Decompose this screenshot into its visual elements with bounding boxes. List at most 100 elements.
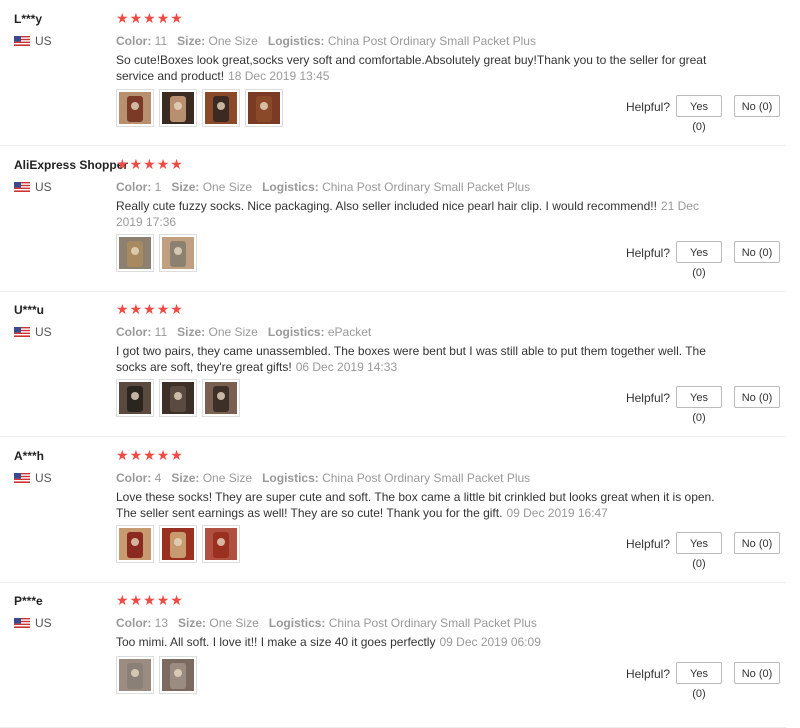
photo-image: [119, 528, 151, 560]
review-photo-thumbnail[interactable]: [116, 656, 154, 694]
star-icon: ★: [129, 592, 143, 608]
size-label: Size:: [178, 616, 207, 630]
review-photo-thumbnail[interactable]: [202, 525, 240, 563]
review-photos: [116, 656, 197, 694]
star-icon: ★: [170, 10, 183, 26]
country-label: US: [35, 325, 52, 339]
size-value: One Size: [208, 34, 258, 48]
review-photo-thumbnail[interactable]: [159, 379, 197, 417]
color-value: 11: [154, 325, 168, 339]
sku-info: Color: 11 Size: One Size Logistics: China …: [116, 34, 536, 48]
reviewer-name: L***y: [14, 12, 43, 26]
review-photos: [116, 525, 240, 563]
review-body: Really cute fuzzy socks. Nice packaging.…: [116, 199, 657, 213]
star-icon: ★: [143, 10, 156, 26]
review-text: I got two pairs, they came unassembled. …: [116, 343, 716, 375]
review-photo-thumbnail[interactable]: [116, 379, 154, 417]
size-value: One Size: [202, 471, 253, 485]
reviewer-name: P***e: [14, 594, 43, 608]
review-item: A***h US ★ ★ ★ ★ ★ Color: 4 Size: One Size Logist…: [0, 437, 786, 583]
star-icon: ★: [156, 10, 170, 26]
star-rating: ★ ★ ★ ★ ★: [116, 448, 183, 462]
helpful-no-button[interactable]: No (0): [734, 241, 780, 263]
star-icon: ★: [143, 301, 156, 317]
review-item: U***u US ★ ★ ★ ★ ★ Color: 11 Size: One Size Logis…: [0, 291, 786, 437]
review-photo-thumbnail[interactable]: [116, 89, 154, 127]
color-label: Color:: [116, 325, 152, 339]
helpful-yes-button[interactable]: Yes (0): [676, 241, 722, 279]
review-photo-thumbnail[interactable]: [202, 89, 240, 127]
photo-image: [205, 528, 237, 560]
helpful-no-button[interactable]: No (0): [734, 386, 780, 408]
helpful-yes-button[interactable]: Yes (0): [676, 662, 722, 700]
reviewer-name: U***u: [14, 303, 45, 317]
review-photo-thumbnail[interactable]: [202, 379, 240, 417]
size-label: Size:: [177, 325, 206, 339]
helpful-no-button[interactable]: No (0): [734, 532, 780, 554]
star-rating: ★ ★ ★ ★ ★: [116, 593, 183, 607]
helpful-yes-button[interactable]: Yes (0): [676, 95, 722, 133]
logistics-label: Logistics:: [267, 34, 325, 48]
size-value: One Size: [202, 180, 253, 194]
review-body: Too mimi. All soft. I love it!! I make a…: [116, 635, 436, 649]
photo-image: [162, 92, 194, 124]
country-label: US: [35, 34, 52, 48]
review-photo-thumbnail[interactable]: [116, 234, 154, 272]
us-flag-icon: [14, 182, 30, 192]
star-icon: ★: [143, 447, 156, 463]
us-flag-icon: [14, 473, 30, 483]
review-photo-thumbnail[interactable]: [245, 89, 283, 127]
review-photo-thumbnail[interactable]: [116, 525, 154, 563]
review-text: So cute!Boxes look great,socks very soft…: [116, 52, 716, 84]
us-flag-icon: [14, 327, 30, 337]
helpful-yes-button[interactable]: Yes (0): [676, 532, 722, 570]
us-flag-icon: [14, 618, 30, 628]
sku-info: Color: 1 Size: One Size Logistics: China P…: [116, 180, 530, 194]
star-rating: ★ ★ ★ ★ ★: [116, 157, 183, 171]
helpful-label: Helpful?: [625, 391, 670, 405]
country-label: US: [35, 616, 52, 630]
review-item: L***y US ★ ★ ★ ★ ★ Color: 11 Size: One Size Logis…: [0, 0, 786, 146]
photo-image: [162, 659, 194, 691]
review-photo-thumbnail[interactable]: [159, 234, 197, 272]
color-value: 13: [154, 616, 169, 630]
star-icon: ★: [116, 10, 129, 26]
photo-image: [162, 382, 194, 414]
review-photo-thumbnail[interactable]: [159, 525, 197, 563]
star-icon: ★: [143, 592, 156, 608]
helpful-label: Helpful?: [625, 100, 670, 114]
reviewer-country: US: [14, 471, 52, 485]
helpful-no-button[interactable]: No (0): [734, 95, 780, 117]
size-label: Size:: [177, 34, 206, 48]
review-photos: [116, 234, 197, 272]
photo-image: [162, 237, 194, 269]
color-value: 4: [154, 471, 162, 485]
color-label: Color:: [116, 180, 152, 194]
logistics-label: Logistics:: [267, 325, 325, 339]
sku-info: Color: 4 Size: One Size Logistics: China P…: [116, 471, 530, 485]
country-label: US: [35, 180, 52, 194]
review-body: So cute!Boxes look great,socks very soft…: [116, 53, 707, 83]
review-date: 06 Dec 2019 14:33: [295, 360, 398, 374]
helpful-label: Helpful?: [625, 537, 670, 551]
helpful-yes-button[interactable]: Yes (0): [676, 386, 722, 424]
color-label: Color:: [116, 34, 152, 48]
photo-image: [119, 92, 151, 124]
review-photo-thumbnail[interactable]: [159, 89, 197, 127]
sku-info: Color: 13 Size: One Size Logistics: China …: [116, 616, 537, 630]
logistics-value: ePacket: [327, 325, 372, 339]
helpful-no-button[interactable]: No (0): [734, 662, 780, 684]
star-icon: ★: [170, 301, 183, 317]
size-value: One Size: [208, 325, 258, 339]
star-icon: ★: [116, 447, 129, 463]
star-rating: ★ ★ ★ ★ ★: [116, 11, 183, 25]
reviewer-name: A***h: [14, 449, 45, 463]
review-photo-thumbnail[interactable]: [159, 656, 197, 694]
review-text: Too mimi. All soft. I love it!! I make a…: [116, 634, 716, 650]
star-icon: ★: [129, 301, 143, 317]
size-value: One Size: [209, 616, 259, 630]
color-label: Color:: [116, 616, 152, 630]
country-label: US: [35, 471, 52, 485]
star-icon: ★: [116, 301, 129, 317]
color-value: 1: [154, 180, 162, 194]
